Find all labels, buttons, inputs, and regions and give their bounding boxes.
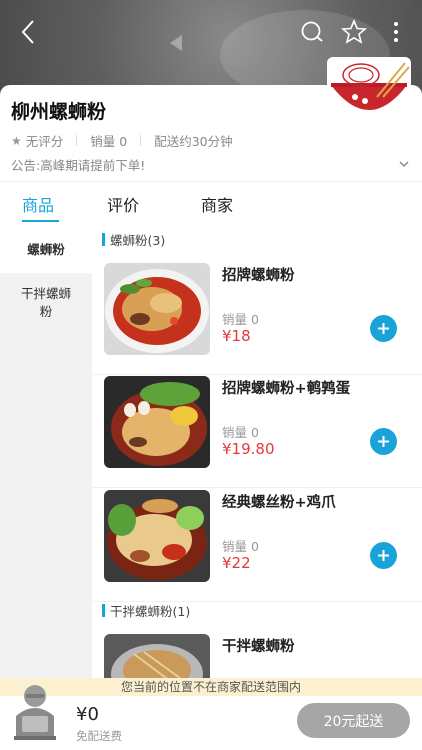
add-icon	[378, 436, 389, 447]
shop-rating: 无评分	[25, 134, 64, 149]
product-name: 招牌螺蛳粉	[222, 268, 295, 284]
tab-reviews[interactable]: 评价	[107, 192, 139, 216]
product-item[interactable]: 招牌螺蛳粉 销量 0 ¥18	[92, 263, 422, 375]
product-item[interactable]: 招牌螺蛳粉+鹌鹑蛋 销量 0 ¥19.80	[92, 376, 422, 488]
tab-merchant[interactable]: 商家	[201, 192, 233, 216]
cart-icon	[14, 685, 56, 740]
product-name: 经典螺丝粉+鸡爪	[222, 495, 336, 511]
more-icon	[394, 22, 398, 42]
divider	[140, 135, 142, 146]
shop-meta: ★ 无评分 销量 0 配送约30分钟	[11, 131, 233, 150]
product-item[interactable]: 干拌螺蛳粉	[92, 634, 422, 678]
min-order-button[interactable]: 20元起送	[297, 703, 410, 738]
product-sales: 销量 0	[222, 425, 259, 440]
section-title-text: 干拌螺蛳粉(1)	[110, 604, 191, 619]
cart-bar: ¥0 免配送费 20元起送	[0, 685, 422, 750]
delivery-fee: 免配送费	[76, 729, 122, 743]
active-tab-indicator	[22, 220, 59, 222]
search-button[interactable]	[298, 18, 326, 46]
add-to-cart-button[interactable]	[370, 315, 397, 342]
add-icon	[378, 323, 389, 334]
section-title: 干拌螺蛳粉(1)	[102, 601, 190, 620]
cart-button[interactable]	[10, 682, 60, 744]
sidebar-item-luosifen[interactable]: 螺蛳粉	[0, 226, 92, 273]
product-price: ¥22	[222, 554, 251, 572]
shop-notice[interactable]: 公告:高峰期请提前下单!	[11, 155, 145, 174]
product-name: 干拌螺蛳粉	[222, 639, 295, 655]
section-marker	[102, 604, 105, 617]
section-marker	[102, 233, 105, 246]
cart-total: ¥0	[76, 704, 99, 725]
shop-name: 柳州螺蛳粉	[11, 101, 107, 123]
product-item[interactable]: 经典螺丝粉+鸡爪 销量 0 ¥22	[92, 490, 422, 602]
product-sales: 销量 0	[222, 312, 259, 327]
header-decoration-arrow	[170, 35, 182, 51]
product-sales: 销量 0	[222, 539, 259, 554]
star-icon	[341, 19, 367, 44]
product-price: ¥18	[222, 327, 251, 345]
sidebar-item-dry-luosifen[interactable]: 干拌螺蛳粉	[0, 273, 92, 335]
rating-star-icon: ★	[11, 133, 22, 148]
product-name: 招牌螺蛳粉+鹌鹑蛋	[222, 381, 351, 397]
add-icon	[378, 550, 389, 561]
product-list[interactable]: 螺蛳粉(3) 招牌螺蛳粉 销量 0 ¥18 招牌螺蛳粉+鹌鹑蛋 销量 0 ¥19…	[92, 226, 422, 678]
product-image[interactable]	[104, 376, 210, 468]
tab-products[interactable]: 商品	[22, 192, 54, 216]
section-title: 螺蛳粉(3)	[102, 230, 165, 249]
add-to-cart-button[interactable]	[370, 428, 397, 455]
shop-sales: 销量 0	[90, 134, 128, 149]
shop-logo	[327, 57, 411, 121]
back-icon	[21, 20, 34, 44]
add-to-cart-button[interactable]	[370, 542, 397, 569]
back-button[interactable]	[14, 18, 42, 46]
notice-expand-button[interactable]	[398, 155, 410, 174]
section-title-text: 螺蛳粉(3)	[110, 233, 166, 248]
chevron-down-icon	[399, 161, 409, 168]
divider	[76, 135, 78, 146]
product-price: ¥19.80	[222, 440, 275, 458]
product-image[interactable]	[104, 634, 210, 678]
sidebar-item-label: 干拌螺蛳粉	[20, 286, 71, 319]
product-image[interactable]	[104, 490, 210, 582]
out-of-range-banner: 您当前的位置不在商家配送范围内	[0, 678, 422, 696]
search-icon	[301, 21, 323, 42]
category-sidebar: 螺蛳粉 干拌螺蛳粉	[0, 226, 92, 678]
more-button[interactable]	[382, 18, 410, 46]
favorite-button[interactable]	[340, 18, 368, 46]
product-image[interactable]	[104, 263, 210, 355]
delivery-time: 配送约30分钟	[154, 134, 233, 149]
tab-bar: 商品 评价 商家	[0, 181, 422, 226]
